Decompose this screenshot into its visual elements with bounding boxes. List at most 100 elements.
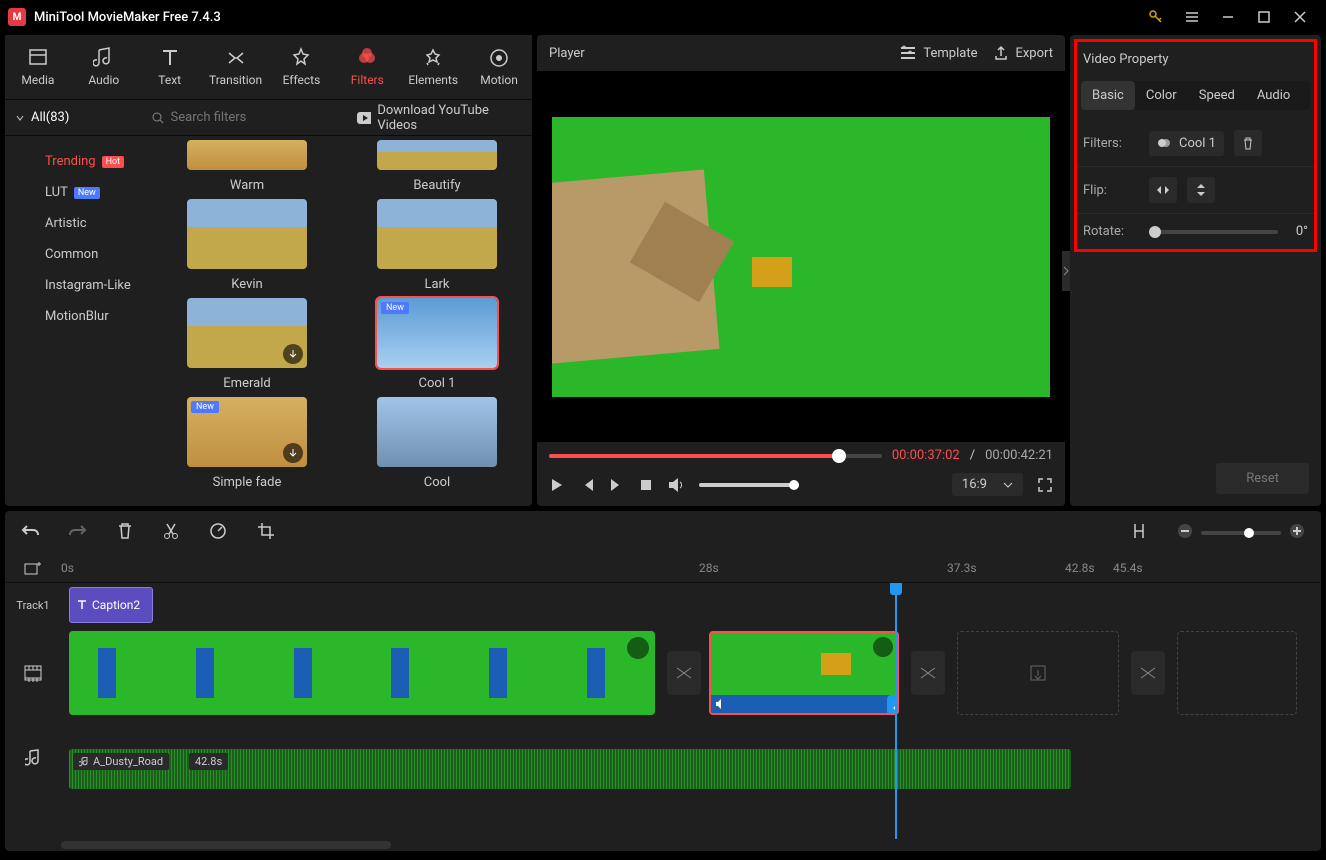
audio-track-icon [5, 719, 61, 797]
category-artistic[interactable]: Artistic [5, 208, 152, 239]
tab-basic[interactable]: Basic [1081, 81, 1135, 110]
add-track-button[interactable] [5, 555, 61, 582]
zoom-slider[interactable] [1201, 531, 1281, 535]
filter-thumb-emerald[interactable] [187, 298, 307, 368]
audio-clip[interactable]: A_Dusty_Road 42.8s [69, 749, 1071, 789]
maximize-button[interactable] [1246, 0, 1282, 34]
audio-duration: 42.8s [189, 753, 228, 770]
empty-slot-1[interactable] [957, 631, 1119, 715]
tool-motion[interactable]: Motion [466, 35, 532, 99]
menu-icon[interactable] [1174, 0, 1210, 34]
speed-button[interactable] [209, 522, 227, 544]
redo-button[interactable] [69, 523, 87, 543]
prev-frame-button[interactable] [579, 477, 595, 493]
clip-filter-icon [627, 637, 649, 659]
current-time: 00:00:37:02 [892, 448, 960, 463]
tool-audio[interactable]: Audio [71, 35, 137, 99]
transition-slot-1[interactable] [667, 651, 701, 695]
split-handle[interactable] [887, 695, 899, 715]
filter-value: Cool 1 [1179, 136, 1216, 151]
category-instagram-like[interactable]: Instagram-Like [5, 270, 152, 301]
undo-button[interactable] [21, 523, 39, 543]
ruler-mark: 37.3s [947, 561, 977, 575]
export-icon [993, 45, 1009, 61]
download-youtube[interactable]: Download YouTube Videos [345, 103, 532, 133]
reset-button[interactable]: Reset [1216, 463, 1309, 494]
rotate-value: 0° [1296, 224, 1308, 239]
tab-color[interactable]: Color [1135, 81, 1188, 110]
tab-speed[interactable]: Speed [1188, 81, 1246, 110]
all-count: All(83) [31, 110, 69, 125]
zoom-in-button[interactable] [1289, 523, 1305, 543]
close-button[interactable] [1282, 0, 1318, 34]
export-button[interactable]: Export [993, 45, 1053, 61]
zoom-out-button[interactable] [1177, 523, 1193, 543]
delete-button[interactable] [117, 522, 133, 544]
split-button[interactable] [163, 522, 179, 544]
ruler-mark: 45.4s [1113, 561, 1143, 575]
filter-icon [1157, 136, 1171, 150]
seek-bar[interactable] [549, 454, 882, 458]
flip-vertical-button[interactable] [1187, 177, 1215, 203]
search-icon [151, 111, 165, 125]
filter-thumb-beautify[interactable] [377, 140, 497, 170]
timeline-scrollbar[interactable] [61, 841, 391, 849]
text-icon [76, 599, 88, 611]
total-time: 00:00:42:21 [985, 448, 1053, 463]
clip-filter-icon [873, 637, 893, 657]
filter-thumb-cool-1[interactable]: New [377, 298, 497, 368]
property-title: Video Property [1077, 42, 1314, 77]
stop-button[interactable] [639, 478, 653, 492]
rotate-slider[interactable] [1149, 230, 1278, 234]
audio-icon [714, 698, 726, 710]
tab-audio[interactable]: Audio [1246, 81, 1301, 110]
category-common[interactable]: Common [5, 239, 152, 270]
empty-slot-2[interactable] [1177, 631, 1297, 715]
fullscreen-button[interactable] [1037, 477, 1053, 493]
aspect-ratio-dropdown[interactable]: 16:9 [952, 473, 1023, 496]
search-input[interactable] [171, 110, 337, 125]
delete-filter-button[interactable] [1234, 130, 1262, 156]
tool-media[interactable]: Media [5, 35, 71, 99]
tool-elements[interactable]: Elements [400, 35, 466, 99]
ruler-mark: 0s [61, 561, 74, 575]
play-button[interactable] [549, 477, 565, 493]
template-button[interactable]: Template [899, 44, 977, 62]
category-motionblur[interactable]: MotionBlur [5, 301, 152, 332]
filter-thumb-lark[interactable] [377, 199, 497, 269]
transition-slot-3[interactable] [1131, 651, 1165, 695]
transition-slot-2[interactable] [911, 651, 945, 695]
caption-clip[interactable]: Caption2 [69, 587, 153, 623]
minimize-button[interactable] [1210, 0, 1246, 34]
collapse-panel-button[interactable] [1062, 251, 1070, 291]
video-clip-1[interactable] [69, 631, 655, 715]
template-icon [899, 44, 917, 62]
tool-text[interactable]: Text [137, 35, 203, 99]
volume-slider[interactable] [699, 483, 799, 487]
rotate-label: Rotate: [1083, 224, 1139, 239]
tool-filters[interactable]: Filters [334, 35, 400, 99]
tool-effects[interactable]: Effects [269, 35, 335, 99]
all-filters-dropdown[interactable]: All(83) [5, 110, 143, 125]
ruler-mark: 42.8s [1065, 561, 1095, 575]
filter-thumb-kevin[interactable] [187, 199, 307, 269]
player-label: Player [549, 46, 883, 61]
filter-thumb-warm[interactable] [187, 140, 307, 170]
filter-thumb-cool[interactable] [377, 397, 497, 467]
category-trending[interactable]: TrendingHot [5, 146, 152, 177]
video-clip-2[interactable] [709, 631, 899, 715]
chevron-down-icon [1003, 482, 1013, 488]
tool-transition[interactable]: Transition [203, 35, 269, 99]
playhead[interactable] [895, 583, 897, 839]
youtube-icon [357, 112, 372, 124]
track1-label: Track1 [5, 583, 61, 627]
filter-thumb-simple-fade[interactable]: New [187, 397, 307, 467]
crop-button[interactable] [257, 522, 275, 544]
ruler-mark: 28s [699, 561, 719, 575]
fit-button[interactable] [1131, 522, 1147, 544]
category-lut[interactable]: LUTNew [5, 177, 152, 208]
next-frame-button[interactable] [609, 477, 625, 493]
flip-horizontal-button[interactable] [1149, 177, 1177, 203]
key-icon[interactable] [1138, 0, 1174, 34]
volume-button[interactable] [667, 477, 685, 493]
